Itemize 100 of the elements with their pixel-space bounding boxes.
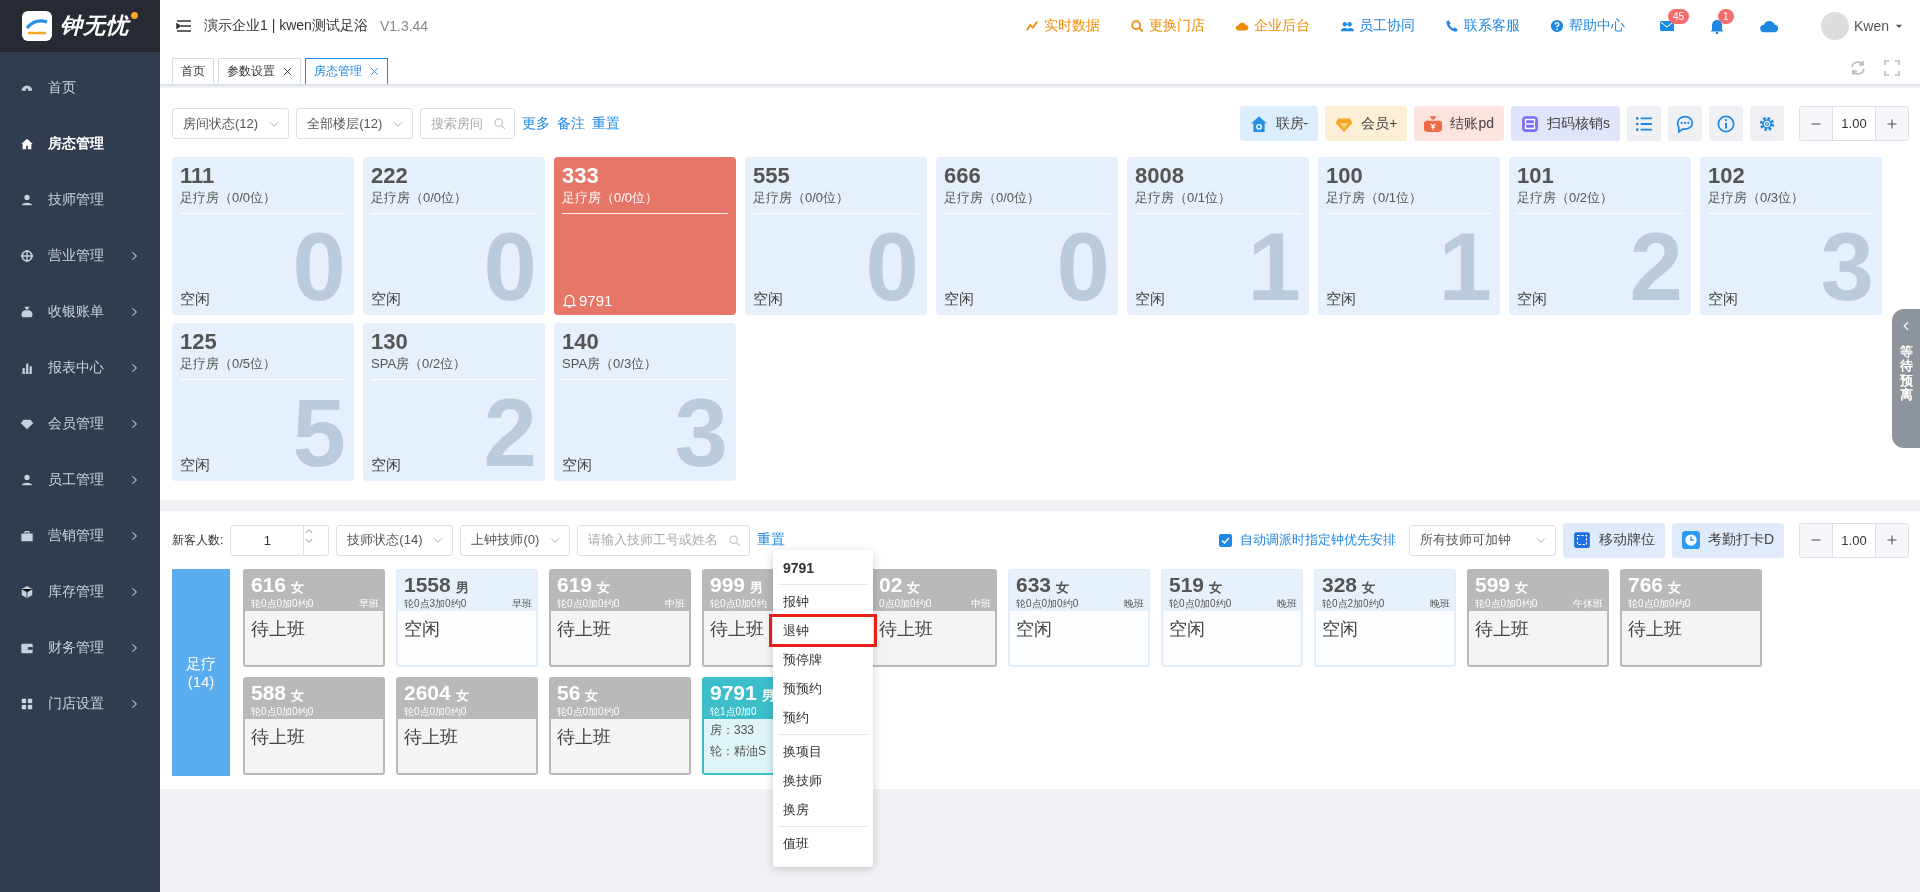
store-title: 演示企业1 | kwen测试足浴: [204, 17, 368, 35]
technician-number: 599: [1475, 573, 1511, 597]
menu-title: 9791: [778, 556, 868, 585]
room-type: 足疗房（0/3位）: [1708, 189, 1805, 207]
technician-status: 空闲: [1322, 618, 1358, 641]
technician-number: 1558: [404, 573, 451, 597]
notification-badge: 45: [1667, 9, 1690, 24]
technician-status: 待上班: [710, 618, 764, 641]
gender-label: 男: [761, 687, 775, 705]
version-label: V1.3.44: [379, 18, 429, 34]
room-number: 111: [180, 163, 215, 189]
gender-label: 女: [597, 579, 611, 597]
technician-stats: 轮0点0加0约0: [251, 597, 314, 611]
gender-label: 女: [1209, 579, 1223, 597]
shift-label: 晚班: [1124, 597, 1144, 611]
room-type: 足疗房（0/0位）: [562, 189, 659, 207]
technician-number: 616: [251, 573, 287, 597]
technician-number: 619: [557, 573, 593, 597]
notification-badge: 1: [1717, 9, 1734, 24]
service-detail: 房：333: [710, 722, 755, 739]
room-type: 足疗房（0/0位）: [944, 189, 1041, 207]
technician-status: 空闲: [1169, 618, 1205, 641]
technician-stats: 轮0点0加0约0: [1628, 597, 1691, 611]
room-status: 9791: [579, 292, 613, 309]
room-status: 空闲: [1517, 290, 1547, 309]
technician-status: 待上班: [879, 618, 933, 641]
logo-text: 钟无忧: [60, 12, 129, 40]
shift-label: 中班: [665, 597, 685, 611]
shift-label: 早班: [359, 597, 379, 611]
shift-label: 中班: [971, 597, 991, 611]
room-status: 空闲: [371, 290, 401, 309]
technician-stats: 轮0点0加0约0: [1016, 597, 1079, 611]
technician-stats: 轮0点0加0约0: [557, 597, 620, 611]
room-number: 222: [371, 163, 408, 189]
technician-number: 999: [710, 573, 746, 597]
gender-label: 女: [291, 579, 305, 597]
group-name: 足疗: [186, 654, 216, 673]
technician-stats: 轮0点0加0约0: [557, 705, 620, 719]
gender-label: 女: [585, 687, 599, 705]
room-number: 101: [1517, 163, 1554, 189]
shift-label: 早班: [512, 597, 532, 611]
shift-label: 午休班: [1573, 597, 1603, 611]
technician-stats: 轮0点0加0约0: [251, 705, 314, 719]
gender-label: 男: [750, 579, 764, 597]
technician-status: 待上班: [1628, 618, 1682, 641]
technician-stats: 0点0加0约0: [879, 597, 932, 611]
technician-stats: 轮0点3加0约0: [404, 597, 467, 611]
room-status: 空闲: [944, 290, 974, 309]
technician-stats: 轮0点0加0约0: [404, 705, 467, 719]
room-number: 140: [562, 329, 599, 355]
technician-status: 待上班: [557, 618, 611, 641]
technician-status: 空闲: [1016, 618, 1052, 641]
technician-stats: 轮0点0加0约0: [1169, 597, 1232, 611]
technician-number: 633: [1016, 573, 1052, 597]
technician-status: 空闲: [404, 618, 440, 641]
gender-label: 女: [1668, 579, 1682, 597]
room-type: 足疗房（0/1位）: [1135, 189, 1232, 207]
shift-label: 晚班: [1277, 597, 1297, 611]
room-type: 足疗房（0/2位）: [1517, 189, 1614, 207]
gender-label: 女: [291, 687, 305, 705]
room-number: 333: [562, 163, 599, 189]
technician-status: 待上班: [1475, 618, 1529, 641]
service-detail: 轮：精油S: [710, 743, 766, 760]
technician-number: 588: [251, 681, 287, 705]
room-status: 空闲: [1135, 290, 1165, 309]
technician-number: 328: [1322, 573, 1358, 597]
room-status: 空闲: [1326, 290, 1356, 309]
technician-number: 2604: [404, 681, 451, 705]
room-status: 空闲: [753, 290, 783, 309]
room-type: 足疗房（0/0位）: [180, 189, 277, 207]
room-type: SPA房（0/3位）: [562, 355, 658, 373]
technician-status: 待上班: [251, 726, 305, 749]
room-type: 足疗房（0/0位）: [753, 189, 850, 207]
room-status: 空闲: [180, 290, 210, 309]
technician-status: 待上班: [251, 618, 305, 641]
room-type: 足疗房（0/5位）: [180, 355, 277, 373]
technician-number: 9791: [710, 681, 757, 705]
room-status: 空闲: [180, 456, 210, 475]
technician-number: 766: [1628, 573, 1664, 597]
gender-label: 女: [1515, 579, 1529, 597]
technician-number: 56: [557, 681, 581, 705]
room-number: 100: [1326, 163, 1363, 189]
gender-label: 女: [455, 687, 469, 705]
technician-stats: 轮0点0加0约0: [1475, 597, 1538, 611]
group-count: (14): [187, 672, 215, 691]
technician-number: 02: [879, 573, 903, 597]
gender-label: 女: [1056, 579, 1070, 597]
room-number: 666: [944, 163, 981, 189]
room-type: SPA房（0/2位）: [371, 355, 467, 373]
technician-number: 519: [1169, 573, 1205, 597]
room-number: 102: [1708, 163, 1745, 189]
room-status: 空闲: [371, 456, 401, 475]
room-type: 足疗房（0/1位）: [1326, 189, 1423, 207]
room-number: 8008: [1135, 163, 1184, 189]
gender-label: 女: [907, 579, 921, 597]
technician-stats: 轮0点0加0约: [710, 597, 767, 611]
gender-label: 女: [1362, 579, 1376, 597]
room-number: 130: [371, 329, 408, 355]
technician-stats: 轮0点2加0约0: [1322, 597, 1385, 611]
technician-stats: 轮1点0加0: [710, 705, 757, 719]
